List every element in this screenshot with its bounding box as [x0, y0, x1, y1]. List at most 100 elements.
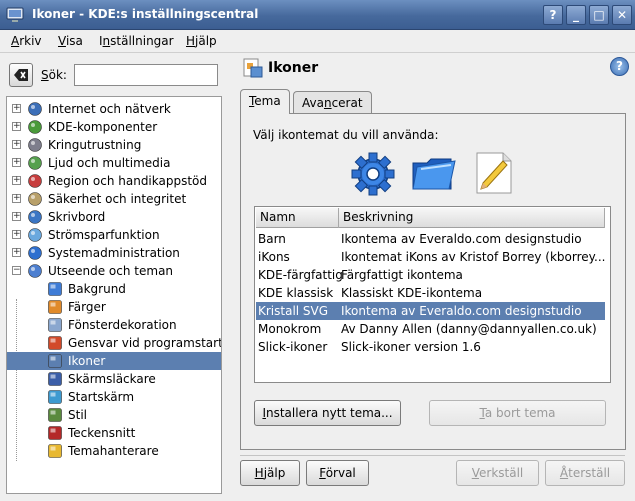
window-title: Ikoner - KDE:s inställningscentral [32, 7, 259, 21]
tree-item-category[interactable]: − Utseende och teman [7, 262, 221, 280]
tree-item-label: Temahanterare [68, 444, 159, 458]
tree-item-category[interactable]: + Internet och nätverk [7, 100, 221, 118]
sysadmin-icon [28, 246, 42, 260]
appearance-icon [28, 264, 42, 278]
theme-row[interactable]: iKons Ikontemat iKons av Kristof Borrey (… [256, 248, 606, 266]
column-header-beskrivning[interactable]: Beskrivning [339, 208, 605, 228]
theme-manager-icon [48, 444, 62, 458]
theme-description: Av Danny Allen (danny@dannyallen.co.uk) [341, 322, 597, 336]
module-title: Ikoner [268, 60, 319, 76]
theme-description: Färgfattigt ikontema [341, 268, 463, 282]
expand-icon[interactable]: + [12, 158, 21, 167]
remove-theme-button: Ta bort tema [429, 400, 606, 426]
expand-icon[interactable]: + [12, 212, 21, 221]
tree-item-category[interactable]: + Kringutrustning [7, 136, 221, 154]
tree-item-label: Teckensnitt [68, 426, 136, 440]
tree-item-label: Stil [68, 408, 87, 422]
tree-item-child[interactable]: Temahanterare [7, 442, 221, 460]
tree-item-category[interactable]: + Ljud och multimedia [7, 154, 221, 172]
tree-item-label: Utseende och teman [48, 264, 174, 278]
tab-tema[interactable]: Tema [240, 89, 290, 114]
tree-item-category[interactable]: + KDE-komponenter [7, 118, 221, 136]
theme-list[interactable]: Namn Beskrivning Barn Ikontema av Everald… [254, 206, 611, 383]
module-help-icon[interactable]: ? [610, 57, 629, 76]
theme-row[interactable]: Barn Ikontema av Everaldo.com designstudi… [256, 230, 605, 248]
expand-icon[interactable]: + [12, 194, 21, 203]
module-pane: Ikoner ? Tema Avancerat Välj ikontemat d… [230, 54, 635, 501]
column-header-namn[interactable]: Namn [256, 208, 339, 228]
tree-item-category[interactable]: + Systemadministration [7, 244, 221, 262]
tree-item-child[interactable]: Gensvar vid programstart [7, 334, 221, 352]
theme-row[interactable]: Kristall SVG Ikontema av Everaldo.com des… [256, 302, 605, 320]
minimize-button[interactable]: _ [566, 5, 586, 25]
splash-icon [48, 390, 62, 404]
tree-item-label: Skrivbord [48, 210, 106, 224]
battery-icon [28, 228, 42, 242]
preview-icons [349, 149, 519, 201]
footer-separator [240, 455, 625, 456]
search-label: Sök: [41, 68, 67, 82]
tree-item-child[interactable]: Ikoner [7, 352, 221, 370]
help-button[interactable]: Hjälp [240, 460, 300, 486]
gear-icon [351, 152, 395, 196]
keys-icon [28, 192, 42, 206]
install-theme-button[interactable]: Installera nytt tema... [254, 400, 401, 426]
tree-item-child[interactable]: Skärmsläckare [7, 370, 221, 388]
menu-arkiv[interactable]: Arkiv [11, 34, 42, 48]
menu-hjalp[interactable]: Hjälp [186, 34, 217, 48]
expand-icon[interactable]: + [12, 248, 21, 257]
expand-icon[interactable]: + [12, 230, 21, 239]
module-tree[interactable]: + Internet och nätverk + KDE-komponenter + Kr… [6, 96, 222, 494]
maximize-button[interactable]: □ [589, 5, 609, 25]
theme-name: Barn [258, 232, 286, 246]
tree-item-child[interactable]: Fönsterdekoration [7, 316, 221, 334]
collapse-icon[interactable]: − [12, 266, 21, 275]
theme-name: Kristall SVG [258, 304, 329, 318]
window-decoration-icon [48, 318, 62, 332]
menu-installningar[interactable]: Inställningar [99, 34, 174, 48]
tree-item-child[interactable]: Färger [7, 298, 221, 316]
search-input[interactable] [74, 64, 218, 86]
expand-icon[interactable]: + [12, 104, 21, 113]
tree-item-label: Färger [68, 300, 106, 314]
tree-item-child[interactable]: Bakgrund [7, 280, 221, 298]
expand-icon[interactable]: + [12, 176, 21, 185]
tree-item-label: Internet och nätverk [48, 102, 171, 116]
navigation-pane: Sök: + Internet och nätverk + KDE-komponent… [0, 54, 230, 501]
clear-search-button[interactable] [9, 63, 33, 87]
tab-avancerat[interactable]: Avancerat [293, 91, 372, 115]
theme-row[interactable]: Slick-ikoner Slick-ikoner version 1.6 [256, 338, 605, 356]
expand-icon[interactable]: + [12, 140, 21, 149]
tree-item-category[interactable]: + Säkerhet och integritet [7, 190, 221, 208]
defaults-button[interactable]: Förval [306, 460, 369, 486]
theme-row[interactable]: KDE-färgfattig Färgfattigt ikontema [256, 266, 605, 284]
tree-item-label: Strömsparfunktion [48, 228, 160, 242]
apply-button: Verkställ [456, 460, 539, 486]
close-button[interactable]: ✕ [612, 5, 632, 25]
style-icon [48, 408, 62, 422]
expand-icon[interactable]: + [12, 122, 21, 131]
title-bar[interactable]: Ikoner - KDE:s inställningscentral ? _ □… [0, 0, 635, 30]
theme-description: Ikontemat iKons av Kristof Borrey (kborr… [341, 250, 606, 264]
tree-item-label: Skärmsläckare [68, 372, 156, 386]
globe-icon [28, 102, 42, 116]
screensaver-icon [48, 372, 62, 386]
context-help-button[interactable]: ? [543, 5, 563, 25]
tree-item-category[interactable]: + Skrivbord [7, 208, 221, 226]
tree-item-label: Region och handikappstöd [48, 174, 208, 188]
tree-item-child[interactable]: Startskärm [7, 388, 221, 406]
tree-item-category[interactable]: + Strömsparfunktion [7, 226, 221, 244]
tree-item-label: Systemadministration [48, 246, 180, 260]
theme-row[interactable]: Monokrom Av Danny Allen (danny@dannyallen… [256, 320, 605, 338]
theme-description: Ikontema av Everaldo.com designstudio [341, 232, 582, 246]
tree-item-label: Kringutrustning [48, 138, 142, 152]
theme-row[interactable]: KDE klassisk Klassiskt KDE-ikontema [256, 284, 605, 302]
components-icon [28, 120, 42, 134]
tree-item-label: Säkerhet och integritet [48, 192, 187, 206]
tree-item-child[interactable]: Teckensnitt [7, 424, 221, 442]
menu-visa[interactable]: Visa [58, 34, 83, 48]
desktop-icon [28, 210, 42, 224]
tree-item-child[interactable]: Stil [7, 406, 221, 424]
tree-item-category[interactable]: + Region och handikappstöd [7, 172, 221, 190]
mouse-icon [28, 138, 42, 152]
